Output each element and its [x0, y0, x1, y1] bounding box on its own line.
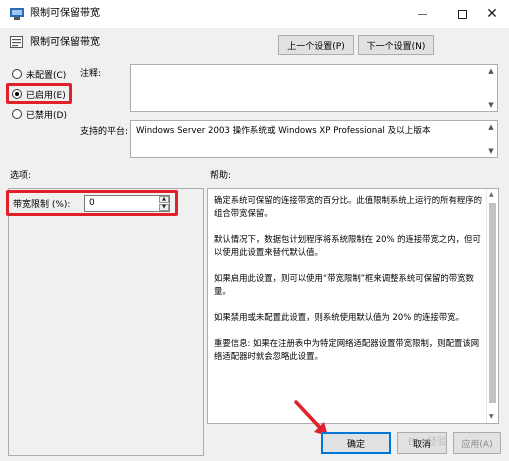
platform-value: Windows Server 2003 操作系统或 Windows XP Pro… — [136, 126, 431, 136]
next-setting-button[interactable]: 下一个设置(N) — [358, 35, 434, 55]
policy-icon — [10, 8, 24, 20]
radio-circle[interactable] — [12, 89, 22, 99]
spin-down-icon[interactable]: ▼ — [159, 204, 169, 211]
scroll-down-icon[interactable]: ▼ — [489, 413, 494, 420]
platform-label: 支持的平台: — [80, 127, 129, 137]
platform-box: Windows Server 2003 操作系统或 Windows XP Pro… — [130, 120, 498, 158]
scroll-down-icon[interactable]: ▼ — [488, 101, 493, 109]
close-button[interactable]: ✕ — [470, 0, 509, 28]
window-title: 限制可保留带宽 — [30, 8, 100, 19]
platform-scrollbar[interactable]: ▲ ▼ — [486, 123, 496, 155]
help-scrollbar[interactable]: ▲ ▼ — [486, 189, 498, 423]
close-icon: ✕ — [486, 6, 498, 22]
scroll-up-icon[interactable]: ▲ — [488, 67, 493, 75]
maximize-icon — [457, 9, 467, 19]
setting-icon — [10, 36, 23, 48]
scroll-up-icon[interactable]: ▲ — [489, 191, 494, 198]
radio-label: 已启用(E) — [26, 90, 66, 101]
options-panel — [8, 188, 204, 456]
bandwidth-limit-value[interactable]: 0 — [89, 198, 95, 208]
radio-circle[interactable] — [12, 69, 22, 79]
radio-circle[interactable] — [12, 109, 22, 119]
ok-button[interactable]: 确定 — [321, 432, 391, 454]
help-paragraph: 重要信息: 如果在注册表中为特定网络适配器设置带宽限制，则配置该网络适配器时就会… — [214, 338, 480, 361]
comment-textarea[interactable]: ▲ ▼ — [130, 64, 498, 112]
help-text: 确定系统可保留的连接带宽的百分比。此值限制系统上运行的所有程序的组合带宽保留。 … — [214, 194, 482, 376]
comment-scrollbar[interactable]: ▲ ▼ — [486, 67, 496, 109]
setting-name: 限制可保留带宽 — [30, 37, 100, 48]
help-paragraph: 默认情况下，数据包计划程序将系统限制在 20% 的连接带宽之内，但可以使用此设置… — [214, 234, 481, 257]
watermark: Bai 经验 — [408, 437, 447, 448]
apply-button[interactable]: 应用(A) — [453, 432, 501, 454]
scroll-down-icon[interactable]: ▼ — [488, 147, 493, 155]
comment-label: 注释: — [80, 69, 102, 79]
help-paragraph: 确定系统可保留的连接带宽的百分比。此值限制系统上运行的所有程序的组合带宽保留。 — [214, 195, 482, 218]
minimize-button[interactable] — [400, 0, 444, 28]
minimize-icon — [417, 13, 427, 15]
radio-not-configured[interactable]: 未配置(C) — [12, 67, 66, 81]
bandwidth-limit-spinner[interactable]: 0 ▲ ▼ — [84, 195, 170, 212]
title-bar: 限制可保留带宽 ✕ — [0, 0, 509, 28]
bandwidth-limit-label: 带宽限制 (%): — [13, 200, 71, 210]
radio-enabled[interactable]: 已启用(E) — [12, 87, 66, 101]
scrollbar-thumb[interactable] — [489, 203, 496, 403]
spin-up-icon[interactable]: ▲ — [159, 196, 169, 203]
scroll-up-icon[interactable]: ▲ — [488, 123, 493, 131]
radio-label: 已禁用(D) — [26, 110, 67, 121]
radio-label: 未配置(C) — [26, 70, 67, 81]
options-label: 选项: — [10, 171, 32, 181]
help-label: 帮助: — [210, 171, 232, 181]
help-panel: 确定系统可保留的连接带宽的百分比。此值限制系统上运行的所有程序的组合带宽保留。 … — [207, 188, 499, 424]
help-paragraph: 如果启用此设置，则可以使用“带宽限制”框来调整系统可保留的带宽数量。 — [214, 273, 474, 296]
previous-setting-button[interactable]: 上一个设置(P) — [278, 35, 354, 55]
help-paragraph: 如果禁用或未配置此设置，则系统使用默认值为 20% 的连接带宽。 — [214, 312, 465, 322]
radio-disabled[interactable]: 已禁用(D) — [12, 107, 67, 121]
